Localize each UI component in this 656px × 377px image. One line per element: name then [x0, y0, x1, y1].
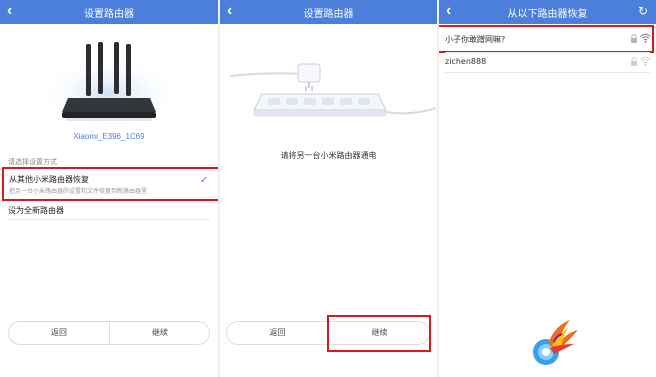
setup-screen-power-on: ‹ 设置路由器 请将另一台小米路由器通电 返回 继续	[220, 0, 437, 377]
divider	[8, 219, 210, 220]
router-image	[39, 42, 179, 126]
back-button[interactable]: 返回	[9, 322, 109, 344]
power-strip-illustration	[229, 63, 436, 117]
top-bar: ‹ 设置路由器	[0, 0, 218, 24]
router-name: Xiaomi_E396_1C69	[73, 132, 145, 141]
top-bar: ‹ 设置路由器	[220, 0, 437, 24]
set-as-new-router-option[interactable]: 设为全新路由器	[8, 205, 64, 216]
page-title: 设置路由器	[303, 9, 354, 20]
wifi-signal-weak-icon	[640, 56, 651, 66]
bottom-button-group: 返回 继续	[8, 321, 210, 345]
wifi-ssid: zichen888	[445, 57, 487, 66]
watermark-logo-icon	[533, 320, 578, 365]
highlight-box-selected-network	[439, 25, 654, 53]
wifi-list-item[interactable]: zichen888	[439, 51, 656, 73]
lock-icon	[631, 57, 637, 66]
refresh-icon[interactable]: ↻	[638, 3, 648, 19]
page-title: 从以下路由器恢复	[507, 9, 588, 20]
highlight-box-continue-button	[327, 315, 431, 352]
back-button[interactable]: 返回	[227, 322, 328, 344]
power-on-instruction: 请将另一台小米路由器通电	[280, 151, 377, 160]
continue-button[interactable]: 继续	[110, 322, 210, 344]
highlight-box-restore-option	[2, 167, 218, 201]
divider	[445, 72, 650, 73]
page-title: 设置路由器	[84, 9, 134, 20]
section-label: 请选择设置方式	[8, 158, 57, 166]
setup-screen-choose-method: ‹ 设置路由器 Xiaomi_E396_1C69 请选择设置方式 从其他小米路由…	[0, 0, 218, 377]
top-bar: ‹ 从以下路由器恢复 ↻	[439, 0, 656, 24]
